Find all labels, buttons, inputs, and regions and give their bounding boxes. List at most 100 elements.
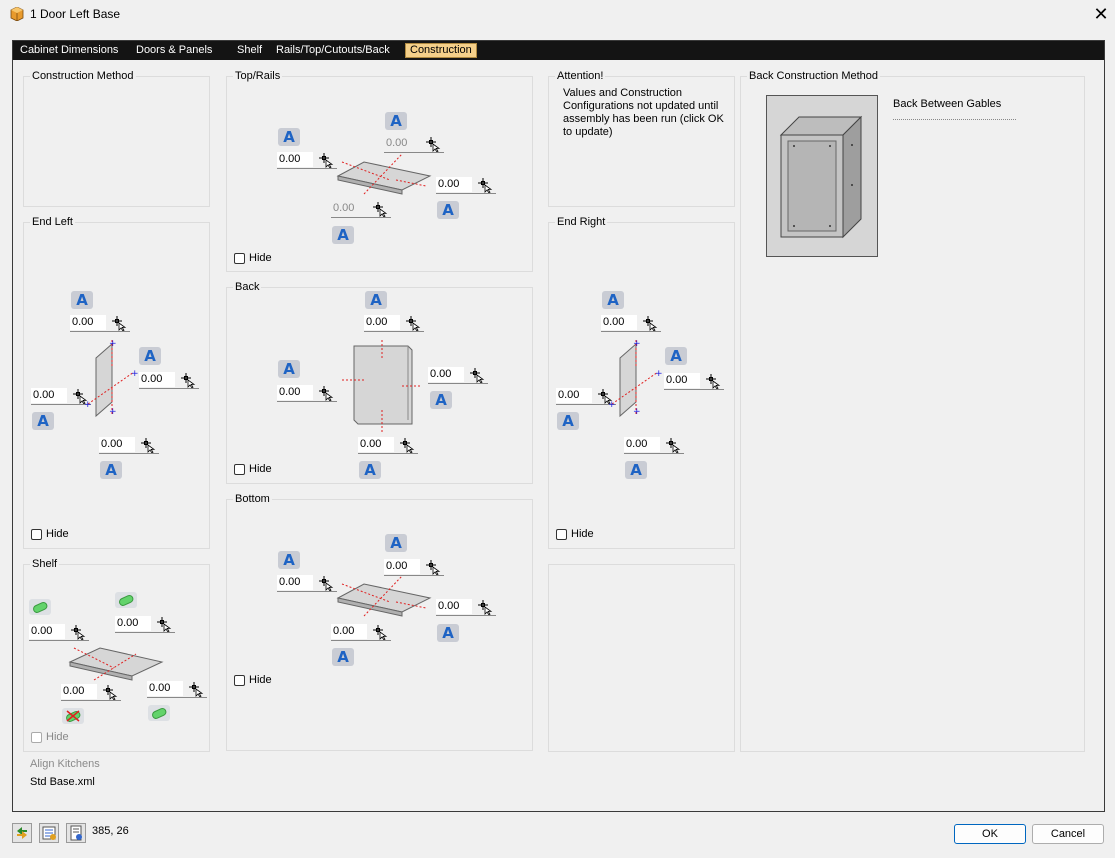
crosshair-picker-icon[interactable] [180,372,196,388]
end-right-right-field[interactable]: 0.00 [664,372,724,390]
align-kitchens-value[interactable]: Std Base.xml [30,776,95,788]
bottom-left-field[interactable]: 0.00 [277,574,337,592]
top-rails-front-field[interactable]: 0.00 [331,200,391,218]
crosshair-picker-icon[interactable] [372,624,388,640]
end-left-top-field[interactable]: 0.00 [70,314,130,332]
letter-a-icon[interactable]: A [557,412,579,430]
document-settings-icon[interactable] [66,823,86,843]
crosshair-picker-icon[interactable] [111,315,127,331]
bottom-panel-diagram [336,575,432,617]
crosshair-picker-icon[interactable] [399,437,415,453]
letter-a-icon[interactable]: A [278,128,300,146]
tab-cabinet-dimensions[interactable]: Cabinet Dimensions [16,43,122,58]
top-rails-left-field[interactable]: 0.00 [277,151,337,169]
bottom-front-field[interactable]: 0.00 [331,623,391,641]
back-right-field[interactable]: 0.00 [428,366,488,384]
end-right-hide-checkbox[interactable] [556,529,567,540]
refresh-arrows-icon[interactable] [12,823,32,843]
end-left-hide-checkbox[interactable] [31,529,42,540]
green-pill-icon[interactable] [148,705,170,721]
close-icon[interactable]: ✕ [1091,4,1111,24]
crosshair-picker-icon[interactable] [318,575,334,591]
end-right-left-field[interactable]: 0.00 [556,387,616,405]
tab-shelf[interactable]: Shelf [233,43,266,58]
back-hide-checkbox[interactable] [234,464,245,475]
construction-method-group [23,76,210,207]
letter-a-icon[interactable]: A [32,412,54,430]
crosshair-picker-icon[interactable] [665,437,681,453]
letter-a-icon[interactable]: A [359,461,381,479]
crosshair-picker-icon[interactable] [318,385,334,401]
shelf-right-field[interactable]: 0.00 [147,680,207,698]
green-pill-crossed-icon[interactable] [62,708,84,724]
cancel-button[interactable]: Cancel [1032,824,1104,844]
top-rails-right-field[interactable]: 0.00 [436,176,496,194]
tab-construction[interactable]: Construction [405,43,477,58]
bottom-right-field[interactable]: 0.00 [436,598,496,616]
green-pill-icon[interactable] [115,592,137,608]
crosshair-picker-icon[interactable] [318,152,334,168]
crosshair-picker-icon[interactable] [705,373,721,389]
shelf-left-field[interactable]: 0.00 [29,623,89,641]
end-left-bottom-field[interactable]: 0.00 [99,436,159,454]
svg-text:+: + [655,369,663,379]
crosshair-picker-icon[interactable] [140,437,156,453]
window-title: 1 Door Left Base [30,7,121,21]
ok-button[interactable]: OK [954,824,1026,844]
back-panel-diagram [342,340,422,432]
crosshair-picker-icon[interactable] [372,201,388,217]
letter-a-icon[interactable]: A [139,347,161,365]
end-left-right-field[interactable]: 0.00 [139,371,199,389]
properties-list-icon[interactable] [39,823,59,843]
letter-a-icon[interactable]: A [332,226,354,244]
letter-a-icon[interactable]: A [278,551,300,569]
status-coordinates: 385, 26 [92,825,129,837]
green-pill-icon[interactable] [29,599,51,615]
end-right-top-field[interactable]: 0.00 [601,314,661,332]
crosshair-picker-icon[interactable] [469,367,485,383]
svg-text:+: + [84,400,92,410]
crosshair-picker-icon[interactable] [477,599,493,615]
crosshair-picker-icon[interactable] [188,681,204,697]
letter-a-icon[interactable]: A [602,291,624,309]
crosshair-picker-icon[interactable] [102,684,118,700]
attention-message: Values and Construction Configurations n… [563,87,724,138]
back-method-preview-image[interactable] [766,95,878,257]
letter-a-icon[interactable]: A [100,461,122,479]
hide-label: Hide [249,463,272,475]
crosshair-picker-icon[interactable] [642,315,658,331]
tab-bar: Cabinet Dimensions Doors & Panels Shelf … [13,41,1104,60]
cabinet-cube-icon [10,7,24,21]
shelf-back-field[interactable]: 0.00 [115,615,175,633]
hide-label: Hide [46,731,69,743]
end-right-bottom-field[interactable]: 0.00 [624,436,684,454]
tab-rails-top-cutouts-back[interactable]: Rails/Top/Cutouts/Back [272,43,394,58]
end-left-left-field[interactable]: 0.00 [31,387,91,405]
attention-title: Attention! [555,70,606,82]
letter-a-icon[interactable]: A [385,112,407,130]
crosshair-picker-icon[interactable] [70,624,86,640]
crosshair-picker-icon[interactable] [156,616,172,632]
crosshair-picker-icon[interactable] [477,177,493,193]
letter-a-icon[interactable]: A [430,391,452,409]
letter-a-icon[interactable]: A [278,360,300,378]
letter-a-icon[interactable]: A [625,461,647,479]
top-rails-hide-checkbox[interactable] [234,253,245,264]
back-top-field[interactable]: 0.00 [364,314,424,332]
tab-doors-panels[interactable]: Doors & Panels [132,43,216,58]
letter-a-icon[interactable]: A [332,648,354,666]
letter-a-icon[interactable]: A [437,624,459,642]
shelf-front-field[interactable]: 0.00 [61,683,121,701]
hide-label: Hide [46,528,69,540]
crosshair-picker-icon[interactable] [405,315,421,331]
bottom-hide-checkbox[interactable] [234,675,245,686]
back-left-field[interactable]: 0.00 [277,384,337,402]
letter-a-icon[interactable]: A [385,534,407,552]
letter-a-icon[interactable]: A [365,291,387,309]
back-bottom-field[interactable]: 0.00 [358,436,418,454]
shelf-hide-checkbox[interactable] [31,732,42,743]
letter-a-icon[interactable]: A [665,347,687,365]
letter-a-icon[interactable]: A [71,291,93,309]
back-method-value[interactable]: Back Between Gables [893,98,1001,110]
letter-a-icon[interactable]: A [437,201,459,219]
